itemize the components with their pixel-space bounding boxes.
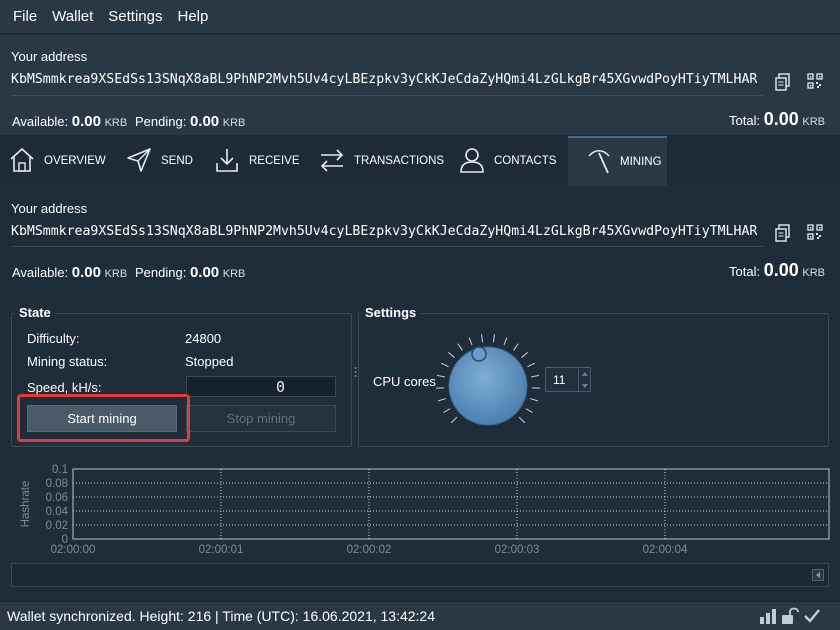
mining-status-label: Mining status:	[27, 354, 108, 369]
address-label: Your address	[11, 49, 88, 64]
status-bar: Wallet synchronized. Height: 216 | Time …	[0, 601, 840, 630]
dial-tick	[437, 374, 446, 378]
chart-x-tick-label: 02:00:00	[51, 544, 96, 556]
chart-y-tick-label: 0.02	[46, 520, 68, 532]
dial-tick	[521, 352, 529, 358]
settings-title: Settings	[361, 305, 421, 320]
log-bar	[11, 563, 829, 587]
mining-total-balance: Total: 0.00 KRB	[729, 260, 825, 280]
cpu-cores-dial[interactable]	[430, 326, 546, 442]
qr-code-icon[interactable]	[807, 73, 823, 92]
address-underline	[11, 95, 763, 96]
pickaxe-icon	[584, 147, 620, 178]
state-title: State	[15, 305, 55, 320]
chart-y-tick-label: 0.1	[52, 464, 68, 476]
menu-settings[interactable]: Settings	[102, 0, 171, 34]
copy-icon[interactable]	[775, 73, 791, 94]
chart-y-tick-label: 0.06	[46, 492, 68, 504]
dial-tick	[438, 398, 446, 402]
chart-plot-area	[72, 468, 830, 540]
tab-send-label: SEND	[161, 155, 193, 167]
mining-address-label: Your address	[11, 201, 88, 216]
mining-available-balance: Available: 0.00 KRB	[12, 264, 128, 281]
dial-tick	[513, 343, 519, 351]
tab-receive-label: RECEIVE	[249, 155, 300, 167]
dial-tick	[468, 337, 473, 346]
chart-x-tick-label: 02:00:03	[495, 544, 540, 556]
cpu-cores-label: CPU cores	[373, 374, 436, 389]
signal-bars-icon	[759, 608, 777, 627]
mining-address-value[interactable]: KbMSmmkrea9XSEdSs13SNqX8aBL9PhNP2Mvh5Uv4…	[11, 224, 757, 239]
splitter-handle[interactable]	[354, 366, 357, 380]
available-balance: Available: 0.00 KRB	[12, 113, 128, 130]
hashrate-chart: 0 0.02 0.04 0.06 0.08 0.1 02:00:00 02:00:01 02:0…	[0, 456, 840, 556]
tab-overview-label: OVERVIEW	[44, 155, 106, 167]
dial-tick	[447, 352, 455, 358]
tab-receive[interactable]: RECEIVE	[213, 136, 300, 186]
status-text: Wallet synchronized. Height: 216 | Time …	[7, 608, 436, 624]
dial-tick	[530, 398, 538, 402]
dial-tick	[443, 408, 451, 414]
spin-up-icon[interactable]	[578, 369, 590, 380]
cpu-cores-value: 11	[553, 373, 566, 387]
total-balance: Total: 0.00 KRB	[729, 109, 825, 129]
tab-contacts[interactable]: CONTACTS	[458, 136, 556, 186]
chart-y-axis-label: Hashrate	[20, 481, 32, 528]
tab-bar: OVERVIEW SEND RECEIVE TRANSACTIONS CONTA…	[0, 136, 840, 186]
home-icon	[8, 146, 44, 177]
speed-label: Speed, kH/s:	[27, 380, 102, 395]
address-value[interactable]: KbMSmmkrea9XSEdSs13SNqX8aBL9PhNP2Mvh5Uv4…	[11, 72, 757, 87]
send-icon	[125, 146, 161, 177]
difficulty-value: 24800	[185, 331, 222, 346]
dial-tick	[441, 362, 449, 368]
mining-page: Your address KbMSmmkrea9XSEdSs13SNqX8aBL…	[0, 186, 840, 601]
chart-x-tick-label: 02:00:02	[347, 544, 392, 556]
difficulty-label: Difficulty:	[27, 331, 80, 346]
chart-x-tick-label: 02:00:04	[643, 544, 688, 556]
chart-y-tick-label: 0.08	[46, 478, 68, 490]
qr-code-icon[interactable]	[807, 224, 823, 243]
dial-tick	[530, 374, 539, 378]
dial-tick	[492, 334, 495, 343]
tab-send[interactable]: SEND	[125, 136, 193, 186]
receive-icon	[213, 146, 249, 177]
speed-display: 0	[186, 376, 336, 397]
wallet-header: Your address KbMSmmkrea9XSEdSs13SNqX8aBL…	[0, 35, 840, 135]
check-icon	[803, 607, 821, 628]
dial-tick	[481, 334, 484, 343]
dial-tick	[457, 343, 463, 351]
mining-status-value: Stopped	[185, 354, 234, 369]
mining-address-underline	[11, 246, 763, 247]
scroll-end-icon[interactable]	[812, 569, 824, 584]
dial-tick	[527, 362, 535, 368]
tab-transactions-label: TRANSACTIONS	[354, 155, 445, 167]
menu-help[interactable]: Help	[172, 0, 218, 34]
chart-y-tick-label: 0.04	[46, 506, 69, 518]
tab-mining-label: MINING	[620, 156, 662, 168]
chart-x-tick-label: 02:00:01	[199, 544, 244, 556]
menu-bar: File Wallet Settings Help	[0, 0, 840, 34]
dial-tick	[518, 416, 526, 424]
copy-icon[interactable]	[775, 224, 791, 245]
tab-overview[interactable]: OVERVIEW	[8, 136, 106, 186]
menu-wallet[interactable]: Wallet	[46, 0, 102, 34]
dial-tick	[503, 337, 508, 346]
dial-tick	[525, 408, 533, 414]
dial-tick	[450, 416, 458, 424]
cpu-cores-spinbox[interactable]: 11	[545, 367, 591, 392]
unlock-icon[interactable]	[781, 607, 799, 628]
menu-file[interactable]: File	[0, 0, 46, 34]
tab-transactions[interactable]: TRANSACTIONS	[318, 136, 444, 186]
pending-balance: Pending: 0.00 KRB	[135, 113, 246, 130]
contacts-icon	[458, 146, 494, 177]
speed-value: 0	[276, 378, 286, 396]
stop-mining-button[interactable]: Stop mining	[186, 405, 336, 432]
tab-contacts-label: CONTACTS	[494, 155, 557, 167]
start-mining-highlight	[17, 394, 190, 442]
spin-down-icon[interactable]	[578, 380, 590, 391]
tab-mining[interactable]: MINING	[568, 136, 667, 186]
transactions-icon	[318, 146, 354, 177]
mining-pending-balance: Pending: 0.00 KRB	[135, 264, 246, 281]
